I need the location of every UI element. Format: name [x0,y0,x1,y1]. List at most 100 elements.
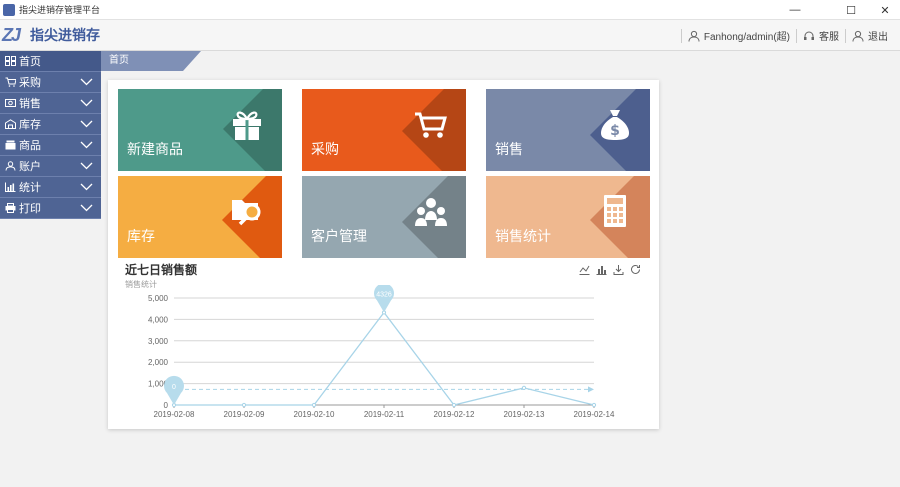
tile-sales[interactable]: $ 销售 [486,89,650,171]
service-link[interactable]: 客服 [796,28,845,43]
sidebar-item-label: 账户 [19,161,41,173]
dashboard-panel: 新建商品 采购 $ 销售 库存 客户管理 销售统计 近七日销售额 销售统计 0 … [108,80,659,429]
marker-label: 0 [172,384,176,391]
sidebar-item-label: 统计 [19,182,41,194]
sidebar-item-home[interactable]: 首页 [0,51,101,72]
sidebar-item-print[interactable]: 打印 [0,198,101,219]
sidebar-item-label: 采购 [19,77,41,89]
chart-title: 近七日销售额 [125,263,198,277]
cart-icon [415,112,447,138]
tab-home[interactable]: 首页 [101,51,201,71]
data-point [311,402,317,408]
window-title: 指尖进销存管理平台 [19,5,101,15]
logout-link[interactable]: 退出 [845,28,894,43]
sidebar-item-label: 库存 [19,119,41,131]
y-tick-label: 2,000 [148,358,169,367]
line-chart-icon[interactable] [578,263,590,275]
app-header: ZJ 指尖进销存 Fanhong/admin(超) 客服 退出 [0,20,900,51]
bar-chart-icon[interactable] [595,263,607,275]
window-titlebar: 指尖进销存管理平台 — ☐ ✕ [0,0,900,20]
close-button[interactable]: ✕ [868,0,900,20]
data-point [521,385,527,390]
refresh-icon[interactable] [629,263,641,275]
x-tick-label: 2019-02-08 [154,410,195,419]
chevron-down-icon [80,99,93,107]
maximize-button[interactable]: ☐ [834,0,868,20]
tab-strip: 首页 [101,51,900,71]
tile-label: 采购 [311,141,339,157]
account-icon [4,160,16,172]
tile-purchase[interactable]: 采购 [302,89,466,171]
chevron-down-icon [80,204,93,212]
logout-label: 退出 [868,32,888,43]
calculator-icon [604,195,626,227]
sidebar-item-goods[interactable]: 商品 [0,135,101,156]
users-icon [415,198,447,226]
sidebar-item-label: 商品 [19,140,41,152]
chevron-down-icon [80,183,93,191]
sidebar-item-label: 打印 [19,203,41,215]
logo-text: 指尖进销存 [30,27,100,43]
logo: ZJ 指尖进销存 [2,23,100,47]
data-point [241,402,247,408]
x-tick-label: 2019-02-10 [294,410,335,419]
user-icon [688,30,700,42]
data-point [451,402,457,408]
folder-search-icon [232,200,261,226]
cart-icon [4,76,16,88]
y-tick-label: 4,000 [148,315,169,324]
x-tick-label: 2019-02-12 [434,410,475,419]
tile-inventory[interactable]: 库存 [118,176,282,258]
marker-label: 4326 [376,291,392,298]
sidebar-item-stats[interactable]: 统计 [0,177,101,198]
warehouse-icon [4,118,16,130]
sidebar-item-label: 销售 [19,98,41,110]
tile-new-goods[interactable]: 新建商品 [118,89,282,171]
sidebar-item-inventory[interactable]: 库存 [0,114,101,135]
chevron-down-icon [80,120,93,128]
chart-toolbox [578,263,641,275]
sales-icon [4,97,16,109]
average-line-arrow [588,386,594,393]
tile-label: 库存 [127,228,155,244]
chevron-down-icon [80,162,93,170]
app-icon [3,3,15,16]
goods-icon [4,139,16,151]
sales-line-chart: 01,0002,0003,0004,0005,0002019-02-08 2019… [148,285,615,419]
sidebar-item-account[interactable]: 账户 [0,156,101,177]
user-menu[interactable]: Fanhong/admin(超) [680,28,796,43]
series-line [174,311,595,406]
tile-label: 销售 [495,141,523,157]
x-tick-label: 2019-02-13 [504,410,545,419]
svg-text:$: $ [610,123,620,139]
user-name: Fanhong/admin(超) [703,32,790,43]
service-label: 客服 [819,32,839,43]
chevron-down-icon [80,141,93,149]
sidebar-item-label: 首页 [19,56,41,68]
logo-mark: ZJ [2,25,21,45]
y-tick-label: 3,000 [148,337,169,346]
minimize-button[interactable]: — [778,0,812,20]
y-tick-label: 5,000 [148,294,169,303]
tile-customers[interactable]: 客户管理 [302,176,466,258]
money-bag-icon: $ [601,110,629,140]
marker-pin [374,285,394,313]
header-actions: Fanhong/admin(超) 客服 退出 [680,20,894,51]
home-icon [4,55,16,67]
download-icon[interactable] [612,263,624,275]
tile-label: 新建商品 [127,141,183,157]
stats-icon [4,181,16,193]
x-tick-label: 2019-02-11 [364,410,405,419]
sidebar-item-purchase[interactable]: 采购 [0,72,101,93]
y-tick-label: 0 [164,401,169,410]
tile-label: 销售统计 [495,228,551,244]
tile-label: 客户管理 [311,228,367,244]
logout-user-icon [852,30,864,42]
print-icon [4,202,16,214]
tile-sales-stats[interactable]: 销售统计 [486,176,650,258]
x-tick-label: 2019-02-09 [224,410,265,419]
gift-icon [233,111,261,140]
sidebar: 首页 采购 销售 库存 商品 账户 统计 打印 [0,51,101,219]
sidebar-item-sales[interactable]: 销售 [0,93,101,114]
x-tick-label: 2019-02-14 [574,410,615,419]
